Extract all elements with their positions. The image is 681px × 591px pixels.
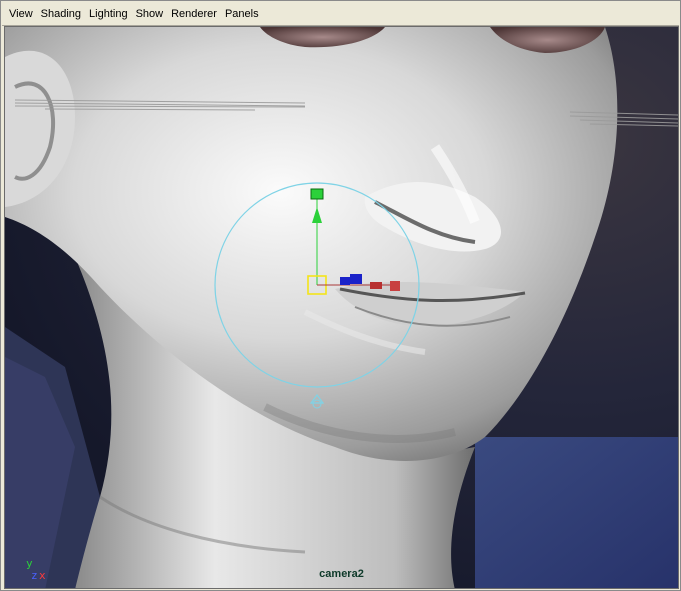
panel-menubar: View Shading Lighting Show Renderer Pane… [2, 2, 679, 26]
menu-view[interactable]: View [6, 2, 38, 26]
menu-show[interactable]: Show [133, 2, 169, 26]
3d-viewport[interactable]: camera2 y z x [4, 26, 679, 589]
axis-x-label: x [39, 569, 46, 582]
menu-renderer[interactable]: Renderer [168, 2, 222, 26]
axis-z-label: z [31, 569, 38, 582]
view-axis-gizmo-icon: y z x [23, 557, 53, 587]
menu-panels[interactable]: Panels [222, 2, 264, 26]
menu-lighting[interactable]: Lighting [86, 2, 133, 26]
camera-name-label: camera2 [319, 568, 364, 580]
menu-shading[interactable]: Shading [38, 2, 86, 26]
maya-viewport-panel: View Shading Lighting Show Renderer Pane… [0, 0, 681, 591]
scene-render [5, 27, 678, 588]
